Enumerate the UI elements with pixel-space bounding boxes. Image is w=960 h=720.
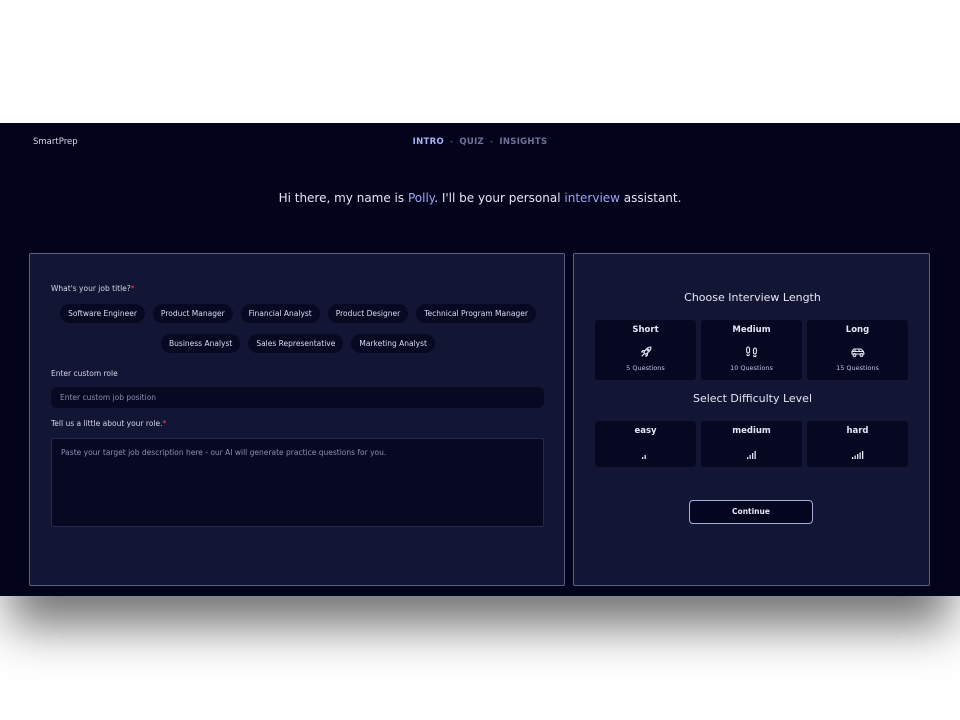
- nav-separator: -: [449, 137, 454, 147]
- car-icon: [807, 344, 908, 358]
- length-option-count: 10 Questions: [730, 364, 773, 372]
- role-chip-product-manager[interactable]: Product Manager: [152, 304, 233, 323]
- required-mark: *: [130, 284, 135, 293]
- rocket-icon: [595, 344, 696, 358]
- greeting-message: Hi there, my name is Polly. I'll be your…: [0, 191, 960, 205]
- greeting-text: assistant.: [619, 191, 682, 205]
- difficulty-option-label: easy: [634, 426, 657, 436]
- role-chip-row: Business Analyst Sales Representative Mark…: [30, 334, 566, 353]
- role-chip-sales-representative[interactable]: Sales Representative: [248, 334, 344, 353]
- length-option-count: 15 Questions: [836, 364, 879, 372]
- greeting-text: . I'll be your personal: [434, 191, 565, 205]
- role-chip-financial-analyst[interactable]: Financial Analyst: [240, 304, 320, 323]
- role-chip-marketing-analyst[interactable]: Marketing Analyst: [351, 334, 435, 353]
- difficulty-option-label: medium: [732, 426, 771, 436]
- footprints-icon: [701, 344, 802, 358]
- length-option-long[interactable]: Long 15 Questions: [807, 320, 908, 380]
- signal-medium-icon: [701, 445, 802, 459]
- difficulty-option-medium[interactable]: medium: [701, 421, 802, 467]
- interview-length-title: Choose Interview Length: [684, 291, 821, 304]
- nav-separator: -: [490, 137, 494, 147]
- required-mark: *: [162, 419, 167, 428]
- interview-settings-panel: Choose Interview Length Short 5 Question…: [573, 253, 930, 586]
- length-option-label: Short: [632, 325, 659, 335]
- app-window: SmartPrep INTRO - QUIZ - INSIGHTS Hi there, …: [0, 123, 960, 596]
- length-option-count: 5 Questions: [626, 364, 665, 372]
- greeting-keyword: interview: [564, 191, 620, 205]
- length-option-short[interactable]: Short 5 Questions: [595, 320, 696, 380]
- assistant-name: Polly: [407, 191, 435, 205]
- greeting-text: Hi there, my name is: [278, 191, 408, 205]
- tab-quiz[interactable]: QUIZ: [459, 137, 484, 147]
- role-chip-row: Software Engineer Product Manager Financia…: [30, 304, 566, 323]
- role-chip-technical-program-manager[interactable]: Technical Program Manager: [416, 304, 536, 323]
- role-chip-product-designer[interactable]: Product Designer: [327, 304, 409, 323]
- difficulty-option-easy[interactable]: easy: [595, 421, 696, 467]
- role-description-textarea[interactable]: Paste your target job description here -…: [51, 438, 544, 527]
- custom-role-label: Enter custom role: [51, 369, 118, 378]
- role-chip-business-analyst[interactable]: Business Analyst: [161, 334, 241, 353]
- role-description-label-text: Tell us a little about your role.: [51, 419, 163, 428]
- length-option-label: Medium: [732, 325, 771, 335]
- tab-intro[interactable]: INTRO: [413, 137, 444, 147]
- continue-button[interactable]: Continue: [689, 500, 813, 524]
- progress-nav: INTRO - QUIZ - INSIGHTS: [0, 137, 960, 147]
- difficulty-option-label: hard: [846, 426, 869, 436]
- difficulty-title: Select Difficulty Level: [692, 392, 813, 405]
- job-details-panel: What's your job title?* Software Enginee…: [29, 253, 565, 586]
- role-chip-software-engineer[interactable]: Software Engineer: [60, 304, 145, 323]
- job-title-label-text: What's your job title?: [51, 284, 131, 293]
- job-title-label: What's your job title?*: [51, 284, 135, 293]
- signal-low-icon: [595, 445, 696, 459]
- length-option-label: Long: [845, 325, 870, 335]
- role-description-label: Tell us a little about your role.*: [51, 419, 166, 428]
- difficulty-option-hard[interactable]: hard: [807, 421, 908, 467]
- custom-role-input[interactable]: Enter custom job position: [51, 387, 544, 408]
- signal-high-icon: [807, 445, 908, 459]
- length-option-medium[interactable]: Medium 10 Questions: [701, 320, 802, 380]
- tab-insights[interactable]: INSIGHTS: [499, 137, 547, 147]
